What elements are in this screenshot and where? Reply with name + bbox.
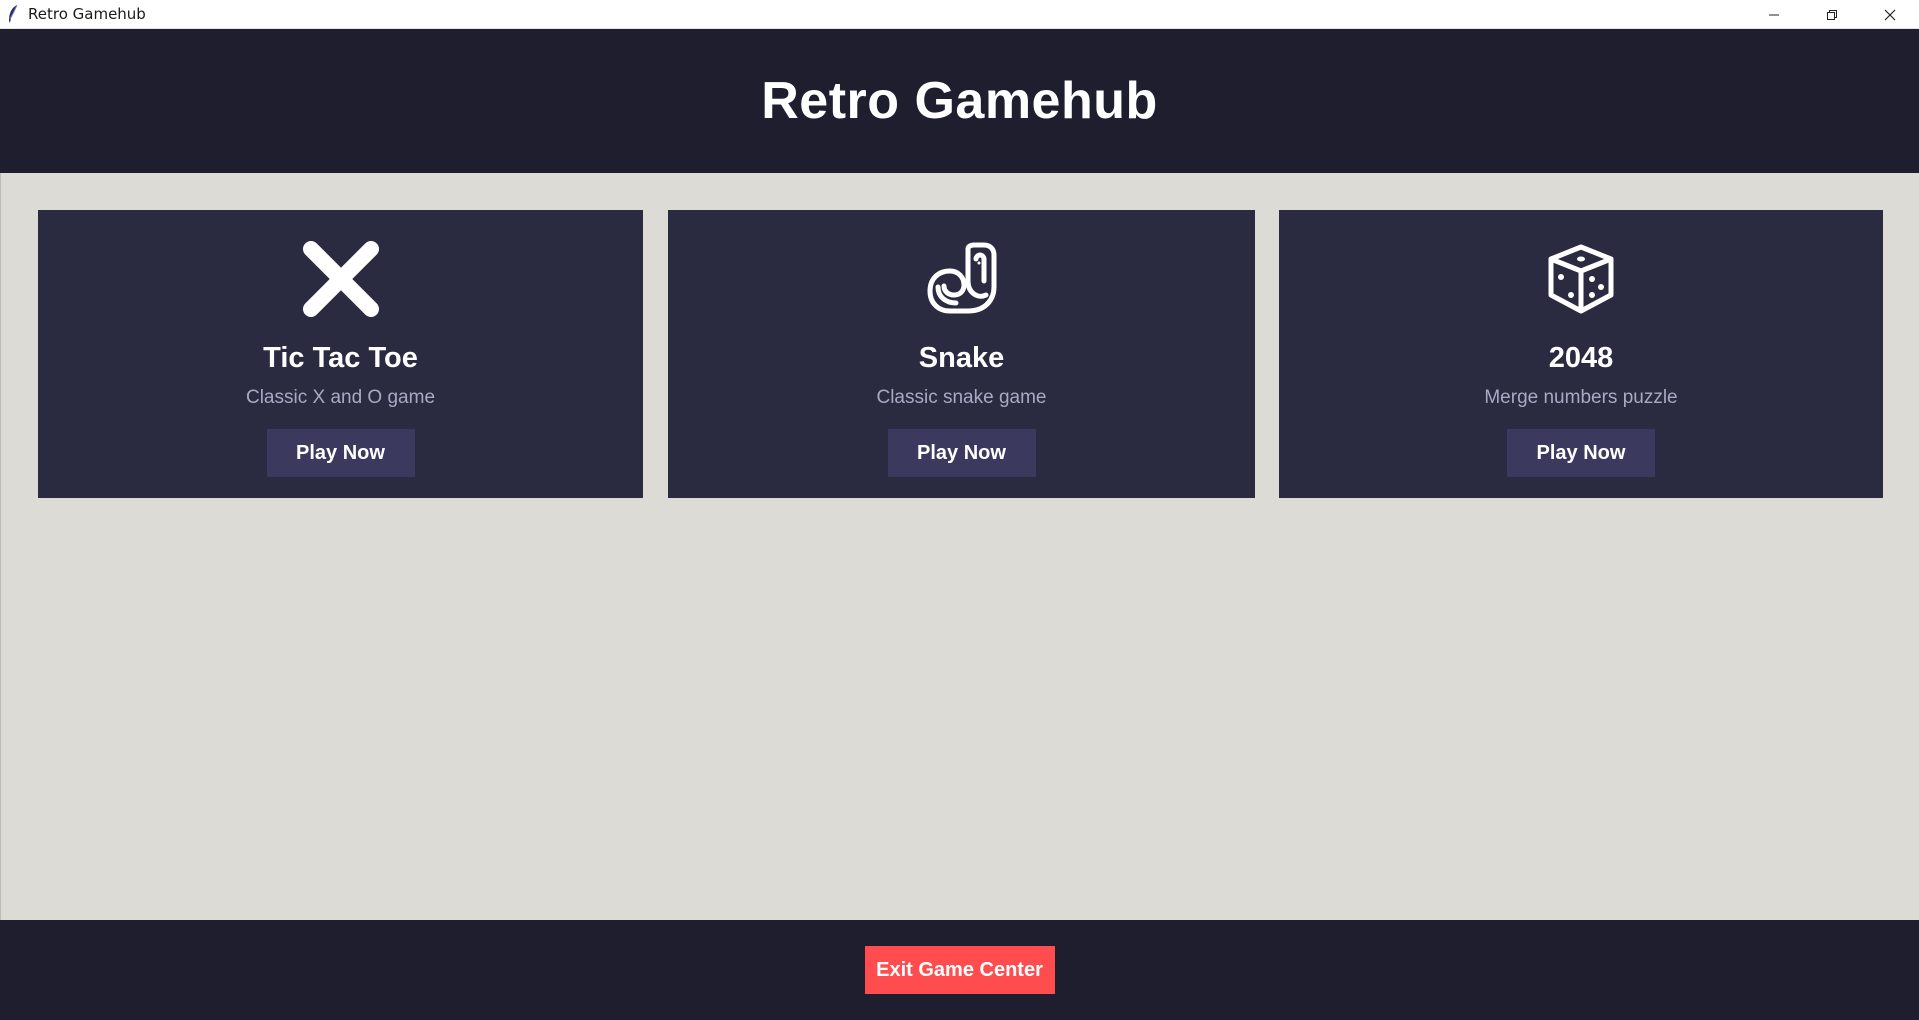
- game-description: Merge numbers puzzle: [1484, 387, 1678, 408]
- game-title: Snake: [918, 342, 1005, 374]
- game-description: Classic snake game: [876, 387, 1047, 408]
- game-card-snake: Snake Classic snake game Play Now: [668, 210, 1255, 498]
- window-title: Retro Gamehub: [28, 5, 146, 23]
- game-title: Tic Tac Toe: [263, 342, 418, 374]
- game-card-2048: 2048 Merge numbers puzzle Play Now: [1279, 210, 1883, 498]
- close-icon[interactable]: [1861, 0, 1919, 29]
- x-mark-icon: [291, 234, 391, 324]
- page-title: Retro Gamehub: [761, 72, 1158, 130]
- play-now-button[interactable]: Play Now: [266, 429, 415, 477]
- game-card-tic-tac-toe: Tic Tac Toe Classic X and O game Play No…: [38, 210, 643, 498]
- feather-icon: [6, 4, 20, 24]
- game-title: 2048: [1548, 342, 1614, 374]
- window-controls: [1745, 0, 1919, 29]
- window-titlebar: Retro Gamehub: [0, 0, 1919, 29]
- app-footer: Exit Game Center: [0, 920, 1919, 1020]
- restore-icon[interactable]: [1803, 0, 1861, 29]
- snake-icon: [912, 234, 1012, 324]
- play-now-button[interactable]: Play Now: [1507, 429, 1655, 477]
- game-description: Classic X and O game: [245, 387, 436, 408]
- exit-game-center-button[interactable]: Exit Game Center: [864, 946, 1055, 994]
- app-header: Retro Gamehub: [0, 29, 1919, 173]
- games-grid: Tic Tac Toe Classic X and O game Play No…: [0, 173, 1919, 920]
- minimize-icon[interactable]: [1745, 0, 1803, 29]
- play-now-button[interactable]: Play Now: [887, 429, 1036, 477]
- dice-icon: [1531, 234, 1631, 324]
